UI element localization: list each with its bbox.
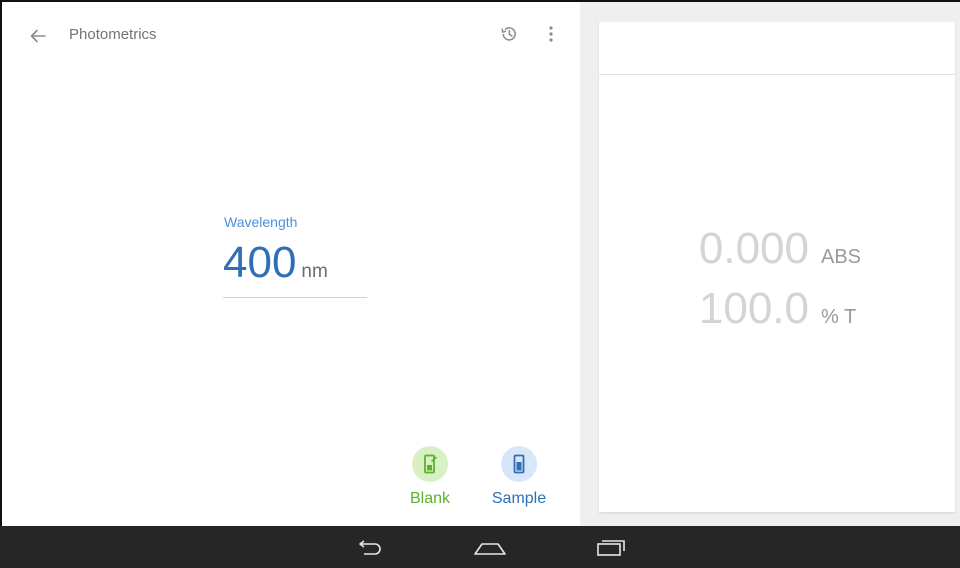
arrow-back-icon (30, 29, 46, 43)
wavelength-field[interactable]: Wavelength 400 nm (223, 210, 367, 300)
transmittance-reading: 100.0 % T (691, 284, 856, 334)
cuvette-blank-icon (424, 454, 437, 474)
absorbance-reading: 0.000 ABS (691, 224, 861, 274)
wavelength-value-row: 400 nm (223, 238, 328, 288)
sample-label: Sample (491, 490, 547, 507)
cuvette-sample-icon (513, 454, 525, 474)
history-button[interactable] (495, 20, 523, 48)
sample-icon-circle (501, 446, 537, 482)
blank-icon-circle (412, 446, 448, 482)
transmittance-unit: % T (821, 306, 857, 328)
nav-recents-icon (597, 540, 625, 556)
card-header-divider (599, 74, 955, 75)
absorbance-unit: ABS (821, 246, 862, 268)
wavelength-value: 400 (223, 238, 297, 287)
more-options-button[interactable] (537, 20, 565, 48)
wavelength-underline (223, 297, 367, 298)
nav-back-button[interactable] (350, 534, 390, 562)
nav-home-button[interactable] (470, 534, 510, 562)
wavelength-unit: nm (301, 261, 328, 282)
transmittance-value: 100.0 (698, 284, 809, 333)
screen: Photometrics Wavelength 400 nm Blank Sam… (0, 0, 960, 568)
nav-recents-button[interactable] (591, 534, 631, 562)
page-title: Photometrics (69, 26, 157, 43)
absorbance-value: 0.000 (698, 224, 809, 273)
blank-label: Blank (409, 490, 451, 507)
nav-home-icon (474, 543, 506, 555)
blank-button[interactable]: Blank (395, 446, 465, 516)
measurement-panel: Photometrics Wavelength 400 nm Blank Sam… (2, 2, 580, 526)
sample-button[interactable]: Sample (484, 446, 554, 516)
more-vert-icon (549, 26, 553, 42)
history-icon (501, 27, 516, 41)
nav-back-icon (359, 540, 381, 555)
app-bar: Photometrics (2, 2, 580, 62)
back-button[interactable] (22, 20, 54, 52)
wavelength-label: Wavelength (224, 214, 298, 230)
system-nav-bar (0, 526, 960, 568)
results-card: 0.000 ABS 100.0 % T (599, 22, 955, 512)
